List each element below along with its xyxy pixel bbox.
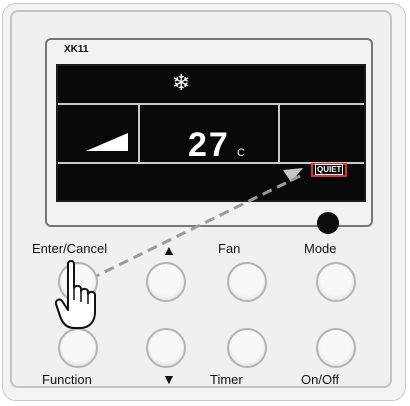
on-off-button[interactable] bbox=[316, 328, 356, 368]
enter-cancel-label: Enter/Cancel bbox=[32, 241, 108, 256]
mode-label: Mode bbox=[304, 241, 337, 256]
on-off-label: On/Off bbox=[301, 372, 340, 387]
timer-label: Timer bbox=[210, 372, 243, 387]
up-button[interactable] bbox=[146, 262, 186, 302]
mode-button[interactable] bbox=[316, 262, 356, 302]
down-arrow-icon: ▼ bbox=[162, 371, 176, 387]
fan-button[interactable] bbox=[227, 262, 267, 302]
function-label: Function bbox=[42, 372, 92, 387]
down-button[interactable] bbox=[146, 328, 186, 368]
fan-label: Fan bbox=[218, 241, 241, 256]
pointing-hand-icon bbox=[54, 260, 96, 329]
timer-button[interactable] bbox=[227, 328, 267, 368]
function-button[interactable] bbox=[58, 328, 98, 368]
up-arrow-icon: ▲ bbox=[162, 242, 176, 258]
